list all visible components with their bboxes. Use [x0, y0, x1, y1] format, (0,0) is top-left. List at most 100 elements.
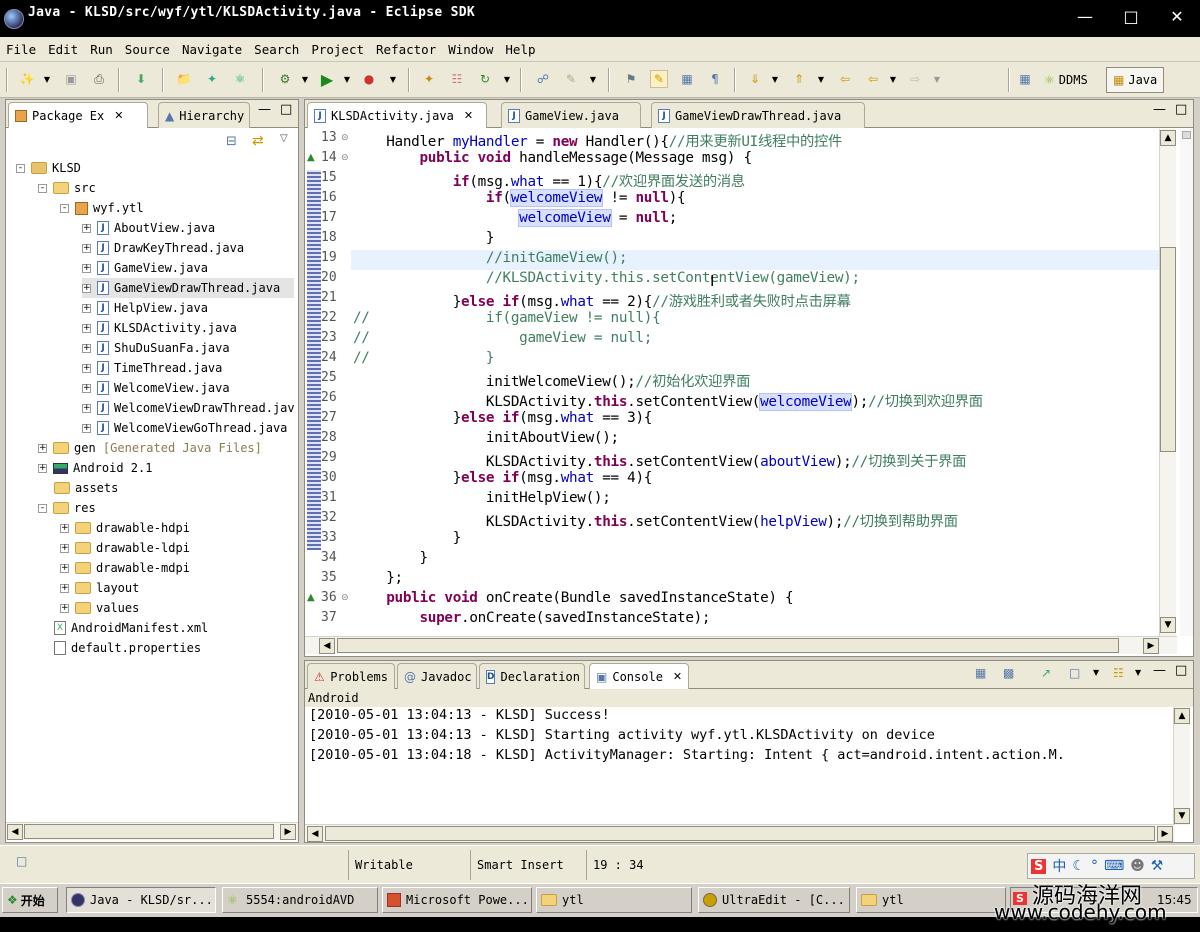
tab-package-explorer[interactable]: Package Ex ✕	[8, 102, 148, 128]
tree-res-folder[interactable]: + values	[60, 598, 139, 618]
maximize-editor-icon[interactable]: □	[1175, 102, 1187, 117]
minimize-button[interactable]: —	[1062, 0, 1108, 32]
minimize-view-icon[interactable]: —	[258, 102, 271, 117]
open-type-icon[interactable]: ✦	[420, 70, 438, 88]
tab-console[interactable]: ▣ Console ✕	[589, 663, 689, 689]
code-line[interactable]: KLSDActivity.this.setContentView(aboutVi…	[353, 450, 966, 471]
collapse-icon[interactable]: -	[38, 183, 47, 193]
task-ultraedit[interactable]: UltraEdit - [C...	[698, 887, 850, 913]
window-title-bar[interactable]: Java - KLSD/src/wyf/ytl/KLSDActivity.jav…	[0, 0, 1200, 37]
expand-icon[interactable]: +	[82, 263, 91, 273]
tree-android-lib[interactable]: + Android 2.1	[38, 458, 152, 478]
menu-source[interactable]: Source	[125, 42, 170, 57]
tree-java-file[interactable]: + J KLSDActivity.java	[82, 318, 237, 338]
print-icon[interactable]: ⎙	[90, 70, 108, 88]
tree-java-file[interactable]: + J DrawKeyThread.java	[82, 238, 244, 258]
pen-dropdown-icon[interactable]: ▼	[584, 70, 602, 88]
code-line[interactable]: initWelcomeView();//初始化欢迎界面	[353, 370, 750, 391]
forward-icon[interactable]: ⇨	[906, 70, 924, 88]
save-icon[interactable]: ▣	[62, 70, 80, 88]
maximize-console-icon[interactable]: □	[1175, 663, 1187, 678]
expand-icon[interactable]: +	[82, 403, 91, 413]
tree-res[interactable]: - res	[38, 498, 96, 518]
code-line[interactable]: }	[353, 550, 428, 566]
start-button[interactable]: ❖ 开始	[2, 887, 58, 913]
fold-icon[interactable]: ⊝	[341, 593, 349, 603]
horizontal-scrollbar[interactable]: ◀ ▶	[6, 822, 298, 840]
task-folder-ytl-2[interactable]: ytl	[856, 887, 1006, 913]
code-line[interactable]: }else if(msg.what == 4){	[353, 470, 653, 486]
next-annotation-icon[interactable]: ⇓	[746, 70, 764, 88]
menu-project[interactable]: Project	[311, 42, 364, 57]
editor-hscroll-thumb[interactable]	[337, 638, 1119, 653]
fold-icon[interactable]: ⊝	[341, 153, 349, 163]
console-vertical-scrollbar[interactable]: ▲ ▼	[1173, 707, 1190, 825]
code-line[interactable]: welcomeView = null;	[353, 209, 677, 227]
fold-icon[interactable]: ⊝	[341, 133, 349, 143]
previous-annotation-dropdown-icon[interactable]: ▼	[812, 70, 830, 88]
show-whitespace-icon[interactable]: ¶	[706, 70, 724, 88]
override-marker-icon[interactable]: ▲	[307, 592, 315, 603]
user-icon[interactable]: ☻	[1130, 858, 1145, 874]
tree-java-file[interactable]: + J HelpView.java	[82, 298, 208, 318]
code-line[interactable]: public void handleMessage(Message msg) {	[353, 150, 752, 166]
block-selection-icon[interactable]: ▦	[678, 70, 696, 88]
code-line[interactable]: // gameView = null;	[353, 330, 652, 346]
task-folder-ytl[interactable]: ytl	[536, 887, 692, 913]
previous-annotation-icon[interactable]: ⇑	[790, 70, 808, 88]
code-line[interactable]: // }	[353, 350, 495, 366]
tab-gameviewdrawthread[interactable]: J GameViewDrawThread.java	[651, 102, 865, 128]
new-class-icon[interactable]: ✦	[203, 70, 221, 88]
code-line[interactable]: if(msg.what == 1){//欢迎界面发送的消息	[353, 170, 745, 191]
expand-icon[interactable]: +	[82, 363, 91, 373]
display-console-icon[interactable]: □	[1069, 666, 1080, 680]
fast-view-icon[interactable]: □	[16, 854, 27, 868]
menu-edit[interactable]: Edit	[48, 42, 78, 57]
code-line[interactable]: super.onCreate(savedInstanceState);	[353, 610, 710, 626]
run-dropdown-icon[interactable]: ▼	[338, 70, 356, 88]
close-icon[interactable]: ✕	[464, 109, 473, 122]
annotation-icon[interactable]: ⚑	[622, 70, 640, 88]
menu-file[interactable]: File	[6, 42, 36, 57]
expand-icon[interactable]: +	[82, 223, 91, 233]
open-perspective-icon[interactable]: ▦	[1016, 70, 1034, 88]
code-line[interactable]: };	[353, 570, 403, 586]
tree-java-file[interactable]: + J WelcomeView.java	[82, 378, 230, 398]
maximize-view-icon[interactable]: □	[280, 102, 292, 117]
debug-dropdown-icon[interactable]: ▼	[296, 70, 314, 88]
tab-javadoc[interactable]: @ Javadoc	[397, 663, 477, 689]
scroll-right-icon[interactable]: ▶	[280, 824, 296, 840]
external-tools-icon[interactable]: ●	[360, 70, 378, 88]
link-editor-icon[interactable]: ⇄	[252, 133, 264, 149]
tree-gen[interactable]: + gen [Generated Java Files]	[38, 438, 262, 458]
close-icon[interactable]: ✕	[114, 109, 123, 122]
expand-icon[interactable]: +	[60, 523, 69, 533]
tree-res-folder[interactable]: + layout	[60, 578, 139, 598]
code-line[interactable]: KLSDActivity.this.setContentView(helpVie…	[353, 510, 958, 531]
override-marker-icon[interactable]: ▲	[307, 152, 315, 163]
scroll-down-icon[interactable]: ▼	[1160, 617, 1176, 633]
refresh-icon[interactable]: ↻	[476, 70, 494, 88]
tree-java-file[interactable]: + J WelcomeViewGoThread.java	[82, 418, 287, 438]
expand-icon[interactable]: +	[60, 563, 69, 573]
pen-icon[interactable]: ✎	[562, 70, 580, 88]
editor-horizontal-scrollbar[interactable]: ◀ ▶	[305, 636, 1177, 654]
expand-icon[interactable]: +	[82, 283, 91, 293]
refresh-dropdown-icon[interactable]: ▼	[498, 70, 516, 88]
collapse-icon[interactable]: -	[16, 163, 25, 173]
console-horizontal-scrollbar[interactable]: ◀ ▶	[305, 824, 1175, 842]
code-line[interactable]: }	[353, 530, 462, 546]
code-line[interactable]: }else if(msg.what == 2){//游戏胜利或者失败时点击屏幕	[353, 290, 851, 311]
expand-icon[interactable]: +	[82, 243, 91, 253]
expand-icon[interactable]: +	[82, 383, 91, 393]
close-window-button[interactable]: ✕	[1154, 0, 1200, 32]
scroll-right-icon[interactable]: ▶	[1143, 638, 1159, 654]
code-line[interactable]: }	[353, 230, 495, 246]
code-line[interactable]: }else if(msg.what == 3){	[353, 410, 653, 426]
code-line[interactable]: //KLSDActivity.this.setContentView(gameV…	[353, 270, 860, 286]
tab-declaration[interactable]: D Declaration	[479, 663, 585, 689]
tree-res-folder[interactable]: + drawable-mdpi	[60, 558, 190, 578]
scroll-left-icon[interactable]: ◀	[7, 824, 23, 840]
tab-klsdactivity[interactable]: J KLSDActivity.java ✕	[307, 102, 487, 128]
moon-icon[interactable]: ☾	[1072, 858, 1085, 874]
